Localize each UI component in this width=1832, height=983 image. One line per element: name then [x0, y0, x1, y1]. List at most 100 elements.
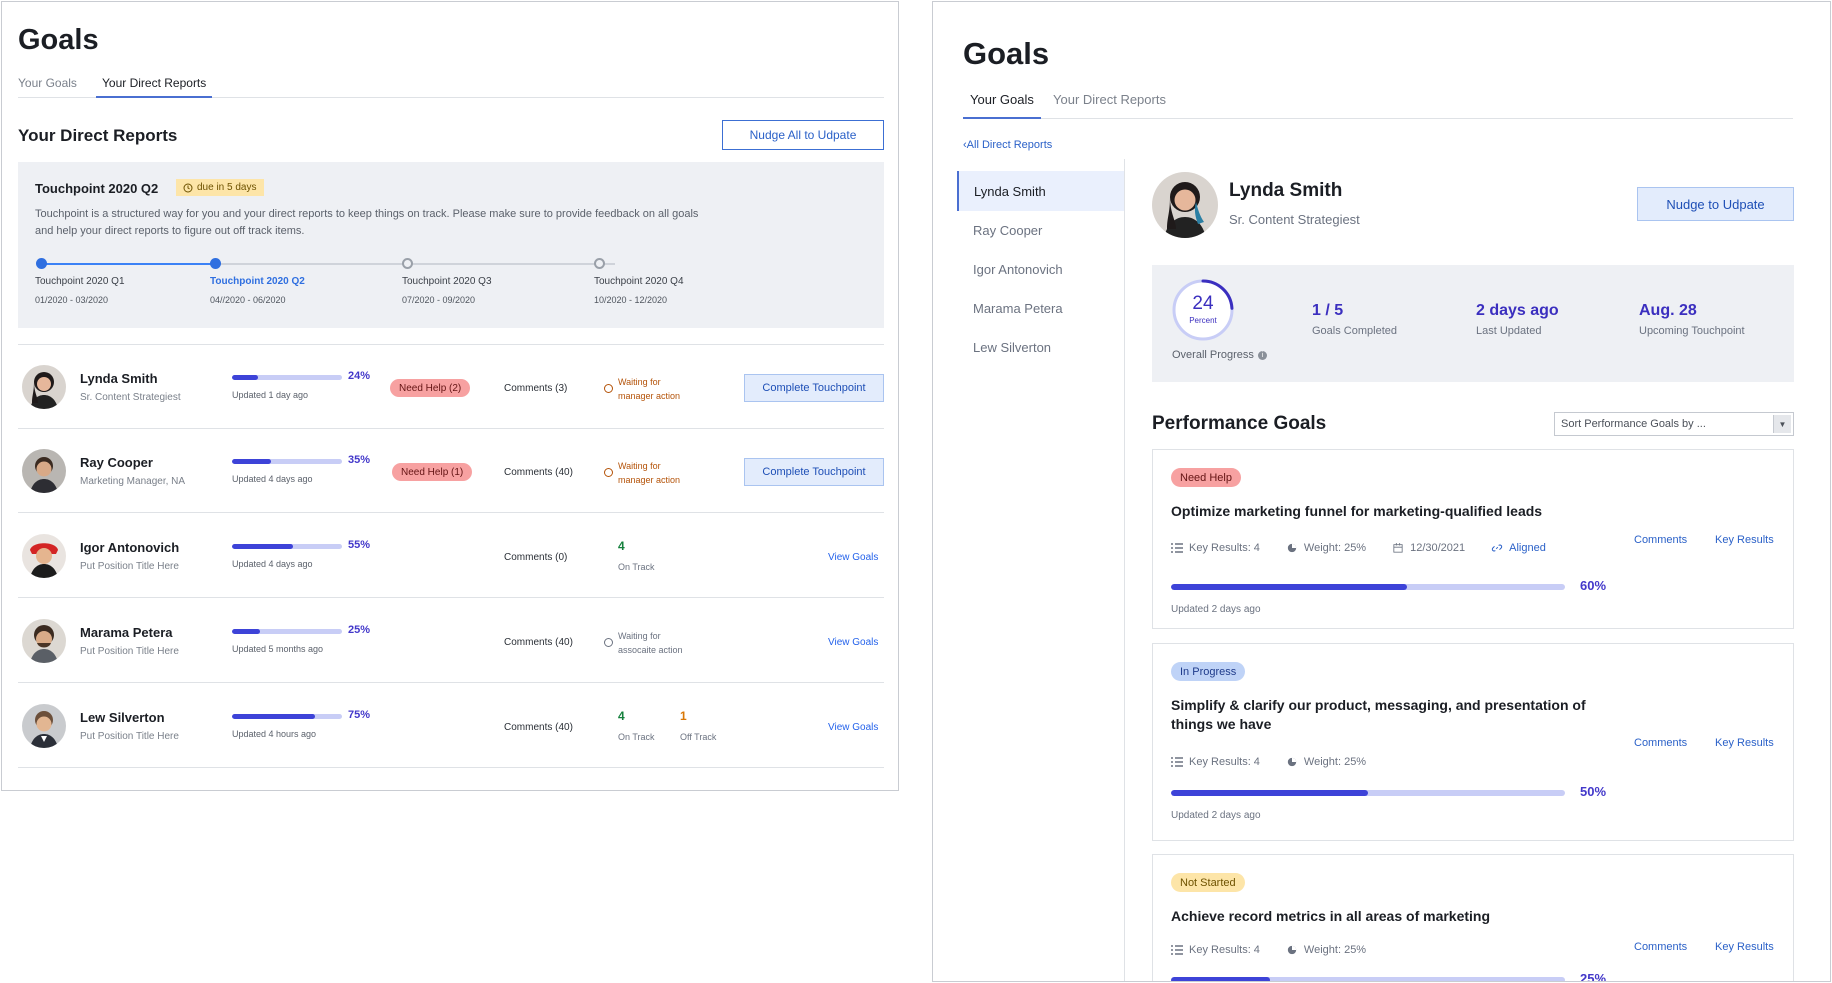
progress-fill: [232, 714, 315, 719]
sidebar-item-person[interactable]: Igor Antonovich: [957, 249, 1124, 289]
progress-bar: [232, 375, 342, 380]
updated-text: Updated 4 days ago: [232, 559, 313, 569]
sidebar-item-person[interactable]: Lynda Smith: [957, 171, 1124, 211]
metric-last-updated: 2 days ago Last Updated: [1476, 302, 1559, 337]
touchpoint-card: Touchpoint 2020 Q2 due in 5 days Touchpo…: [18, 162, 884, 328]
view-goals-link[interactable]: View Goals: [828, 637, 878, 648]
complete-touchpoint-button[interactable]: Complete Touchpoint: [744, 458, 884, 486]
performance-goals-title: Performance Goals: [1152, 413, 1327, 434]
report-row: Lynda Smith Sr. Content Strategiest 24% …: [18, 345, 884, 429]
off-track-label: Off Track: [680, 732, 717, 742]
need-help-badge[interactable]: Need Help (1): [392, 463, 473, 481]
goal-title[interactable]: Simplify & clarify our product, messagin…: [1171, 696, 1591, 734]
tab-direct-reports[interactable]: Your Direct Reports: [96, 76, 213, 98]
goal-progress-percent: 60%: [1580, 578, 1607, 593]
sidebar-item-person[interactable]: Ray Cooper: [957, 210, 1124, 250]
profile-avatar: [1152, 172, 1218, 238]
timeline-label: Touchpoint 2020 Q3: [402, 276, 492, 287]
waiting-status: Waiting for manager action: [618, 461, 681, 485]
pie-icon: [1287, 945, 1297, 955]
calendar-icon: [1393, 543, 1403, 553]
comments-link[interactable]: Comments (40): [504, 467, 573, 478]
on-track-label: On Track: [618, 562, 655, 572]
avatar: [22, 619, 66, 663]
clock-icon: [183, 183, 193, 192]
goal-progress-fill: [1171, 584, 1408, 590]
timeline-dates: 07/2020 - 09/2020: [402, 295, 476, 305]
on-track-count: 4: [618, 709, 625, 723]
updated-text: Updated 2 days ago: [1171, 604, 1261, 615]
tab-your-goals[interactable]: Your Goals: [963, 92, 1041, 119]
goal-title[interactable]: Achieve record metrics in all areas of m…: [1171, 907, 1591, 926]
comments-link[interactable]: Comments (0): [504, 552, 567, 563]
timeline-label: Touchpoint 2020 Q1: [35, 276, 125, 287]
goal-card: Not Started Achieve record metrics in al…: [1152, 854, 1794, 981]
comments-link[interactable]: Comments (3): [504, 383, 567, 394]
report-name[interactable]: Igor Antonovich: [80, 540, 179, 555]
tab-direct-reports[interactable]: Your Direct Reports: [1053, 92, 1166, 119]
clock-icon: [604, 384, 613, 393]
due-label: due in 5 days: [197, 182, 257, 193]
off-track-count: 1: [680, 709, 687, 723]
goal-progress-bar: [1171, 977, 1565, 981]
tab-your-goals[interactable]: Your Goals: [18, 76, 77, 98]
comments-link[interactable]: Comments (40): [504, 722, 573, 733]
nudge-button[interactable]: Nudge to Udpate: [1637, 187, 1794, 221]
pie-icon: [1287, 543, 1297, 553]
timeline-label: Touchpoint 2020 Q4: [594, 276, 684, 287]
need-help-badge[interactable]: Need Help (2): [390, 379, 471, 397]
tab-bar: Your Goals Your Direct Reports: [18, 76, 884, 98]
comments-link[interactable]: Comments (40): [504, 637, 573, 648]
report-row: Lew Silverton Put Position Title Here 75…: [18, 684, 884, 768]
pie-icon: [1287, 757, 1297, 767]
progress-fill: [232, 459, 271, 464]
overall-progress-caption: Overall Progress i: [1172, 349, 1267, 361]
avatar: [22, 534, 66, 578]
back-link[interactable]: ‹All Direct Reports: [963, 139, 1052, 151]
chevron-down-icon[interactable]: ▼: [1773, 415, 1791, 433]
report-name[interactable]: Marama Petera: [80, 625, 173, 640]
timeline-stop: [36, 258, 47, 269]
goal-progress-percent: 50%: [1580, 784, 1607, 799]
timeline-stop: [594, 258, 605, 269]
section-title: Your Direct Reports: [18, 126, 178, 145]
metric-goals-completed: 1 / 5 Goals Completed: [1312, 302, 1397, 337]
report-title: Marketing Manager, NA: [80, 476, 186, 487]
sidebar-item-person[interactable]: Lew Silverton: [957, 327, 1124, 367]
status-badge: In Progress: [1171, 662, 1246, 681]
divider: [1124, 159, 1125, 981]
timeline-progress: [41, 263, 215, 265]
aligned-link[interactable]: Aligned: [1491, 542, 1546, 554]
progress-bar: [232, 459, 342, 464]
updated-text: Updated 4 days ago: [232, 474, 313, 484]
timeline-dates: 10/2020 - 12/2020: [594, 295, 668, 305]
timeline-dates: 04//2020 - 06/2020: [210, 295, 286, 305]
key-results-link[interactable]: Key Results: [1715, 941, 1774, 953]
report-name[interactable]: Ray Cooper: [80, 455, 153, 470]
due-badge: due in 5 days: [176, 179, 264, 196]
report-name[interactable]: Lynda Smith: [80, 371, 158, 386]
key-results-link[interactable]: Key Results: [1715, 737, 1774, 749]
nudge-all-button[interactable]: Nudge All to Udpate: [722, 120, 884, 150]
sidebar-item-person[interactable]: Marama Petera: [957, 288, 1124, 328]
list-icon: [1171, 757, 1183, 767]
timeline-stop: [402, 258, 413, 269]
comments-link[interactable]: Comments: [1634, 534, 1687, 546]
key-results-link[interactable]: Key Results: [1715, 534, 1774, 546]
overall-progress-value: 24: [1192, 293, 1214, 314]
touchpoint-description: Touchpoint is a structured way for you a…: [35, 208, 699, 237]
overall-progress-unit: Percent: [1189, 316, 1217, 325]
view-goals-link[interactable]: View Goals: [828, 722, 878, 733]
progress-percent: 35%: [348, 454, 371, 466]
view-goals-link[interactable]: View Goals: [828, 552, 878, 563]
page-title: Goals: [963, 36, 1050, 71]
info-icon[interactable]: i: [1257, 350, 1267, 360]
waiting-status: Waiting for assocaite action: [618, 631, 683, 655]
goal-title[interactable]: Optimize marketing funnel for marketing-…: [1171, 502, 1591, 521]
complete-touchpoint-button[interactable]: Complete Touchpoint: [744, 374, 884, 402]
comments-link[interactable]: Comments: [1634, 737, 1687, 749]
comments-link[interactable]: Comments: [1634, 941, 1687, 953]
report-name[interactable]: Lew Silverton: [80, 710, 165, 725]
sort-select[interactable]: Sort Performance Goals by ... ▼: [1554, 412, 1794, 436]
timeline-dates: 01/2020 - 03/2020: [35, 295, 109, 305]
